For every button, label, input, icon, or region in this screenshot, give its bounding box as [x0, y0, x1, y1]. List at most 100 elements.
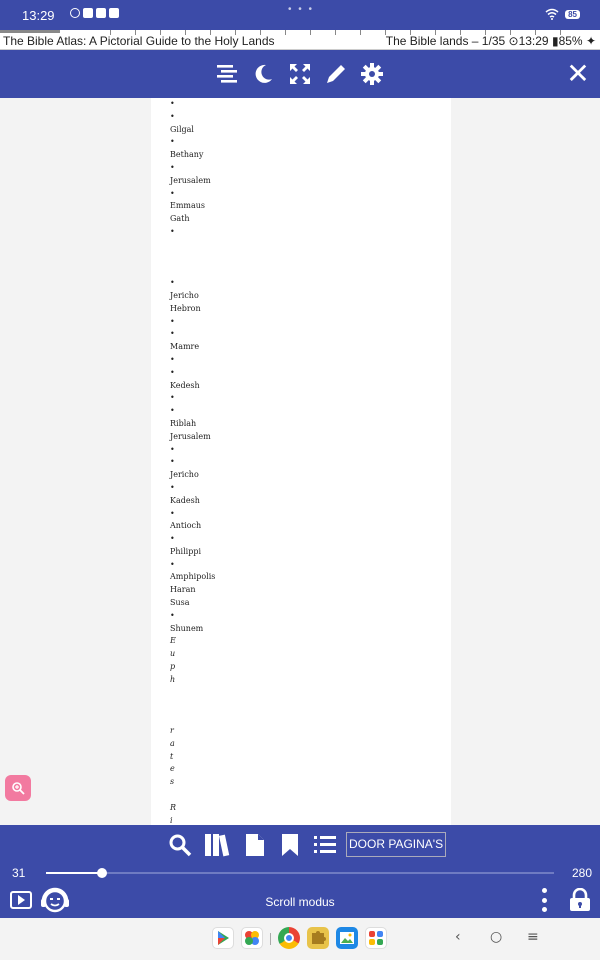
scroll-mode-label[interactable]: Scroll modus [0, 895, 600, 909]
bullet-line: • [170, 162, 175, 172]
reader-toolbar: ✕ [0, 50, 600, 98]
google-icon [109, 8, 119, 18]
library-icon[interactable] [204, 833, 232, 857]
page-line: E [170, 636, 176, 646]
page-line: Amphipolis [170, 572, 216, 582]
bullet-line: • [170, 354, 175, 364]
pin-icon: ✦ [585, 34, 596, 48]
more-options-icon[interactable] [536, 888, 552, 912]
current-page: 31 [12, 866, 26, 880]
bullet-line: • [170, 329, 175, 339]
wifi-icon [545, 8, 559, 20]
bullet-line: • [170, 406, 175, 416]
recents-icon[interactable]: ≡ [527, 929, 539, 945]
bullet-line: • [170, 610, 175, 620]
bullet-line: • [170, 111, 175, 121]
total-pages: 280 [571, 866, 592, 880]
bullet-line: • [170, 457, 175, 467]
page-slider[interactable] [46, 868, 554, 878]
page-line: i [170, 815, 173, 825]
sync-icon [70, 8, 80, 18]
fullscreen-icon[interactable] [288, 62, 312, 86]
page-slider-fill [46, 872, 102, 874]
lock-icon[interactable] [569, 887, 591, 912]
notification-icons [70, 8, 119, 18]
page-line: Jericho [170, 470, 199, 480]
page-line: Gath [170, 214, 190, 224]
page-line: Hebron [170, 303, 201, 313]
page-line: r [170, 726, 174, 736]
page-line: Susa [170, 598, 190, 608]
bullet-line: • [170, 278, 175, 288]
page-line: e [170, 764, 175, 774]
bullet-line: • [170, 393, 175, 403]
page-line: Bethany [170, 150, 204, 160]
bullet-line: • [170, 559, 175, 569]
reading-area[interactable]: • • Gilgal • Bethany • Jerusalem • Emmaus Gath • • J… [0, 98, 600, 825]
bullet-line: • [170, 188, 175, 198]
page-line: Jerusalem [170, 175, 211, 185]
page-slider-thumb[interactable] [96, 868, 107, 878]
page-line: Emmaus [170, 201, 206, 211]
page-line: h [170, 674, 176, 684]
status-bar: 13:29 • • • 85 [0, 0, 600, 30]
status-time: 13:29 [22, 8, 55, 23]
settings-icon[interactable] [360, 62, 384, 86]
battery-indicator: 85 [565, 9, 580, 19]
play-store-icon[interactable] [212, 927, 234, 949]
youtube-icon [83, 8, 93, 18]
page-text: • • Gilgal • Bethany • Jerusalem • Emmaus Gath • • J… [170, 98, 440, 825]
window-handle[interactable]: • • • [288, 4, 314, 15]
search-icon[interactable] [168, 833, 192, 857]
page-line: Philippi [170, 546, 202, 556]
page-line: t [170, 751, 174, 761]
reader-bottom-bar: DOOR PAGINA'S 31 280 Scroll modus [0, 825, 600, 918]
page-line: R [170, 802, 177, 812]
battery-icon: ▮ [551, 34, 559, 48]
gallery-icon[interactable] [336, 927, 358, 949]
reader-clock: 13:29 [518, 34, 549, 48]
chrome-icon[interactable] [278, 927, 300, 949]
reader-battery: 85% [558, 34, 583, 48]
puzzle-game-icon[interactable] [307, 927, 329, 949]
bullet-line: • [170, 137, 175, 147]
page-line: Shunem [170, 623, 204, 633]
zoom-button[interactable] [5, 775, 31, 801]
page-line: Mamre [170, 342, 200, 352]
document-icon[interactable] [243, 833, 267, 857]
bullet-line: • [170, 99, 175, 108]
page-line: Gilgal [170, 124, 194, 134]
table-of-contents-icon[interactable] [313, 833, 337, 857]
bullet-line: • [170, 534, 175, 544]
book-page[interactable]: • • Gilgal • Bethany • Jerusalem • Emmaus Gath • • J… [151, 98, 451, 825]
close-icon[interactable]: ✕ [564, 60, 592, 88]
back-icon[interactable]: ‹ [455, 929, 461, 945]
bullet-line: • [170, 482, 175, 492]
home-icon[interactable]: ○ [490, 929, 502, 945]
bullet-line: • [170, 508, 175, 518]
bullet-line: • [170, 316, 175, 326]
dock-separator [270, 933, 271, 945]
page-line: Haran [170, 585, 196, 595]
photos-icon[interactable] [241, 927, 263, 949]
night-mode-icon[interactable] [251, 62, 275, 86]
pen-icon[interactable] [324, 62, 348, 86]
page-line: Riblah [170, 418, 197, 428]
bullet-line: • [170, 226, 175, 236]
bookmark-icon[interactable] [278, 833, 302, 857]
app-drawer-icon[interactable] [365, 927, 387, 949]
bullet-line: • [170, 367, 175, 377]
chapter-info: The Bible lands – 1/35 [385, 34, 506, 48]
page-line: s [170, 777, 175, 787]
text-align-icon[interactable] [215, 62, 239, 86]
navigation-mode-button[interactable]: DOOR PAGINA'S [346, 832, 447, 857]
clock-icon: ⊙ [508, 34, 519, 48]
page-line: Kadesh [170, 495, 200, 505]
book-title: The Bible Atlas: A Pictorial Guide to th… [3, 34, 275, 48]
